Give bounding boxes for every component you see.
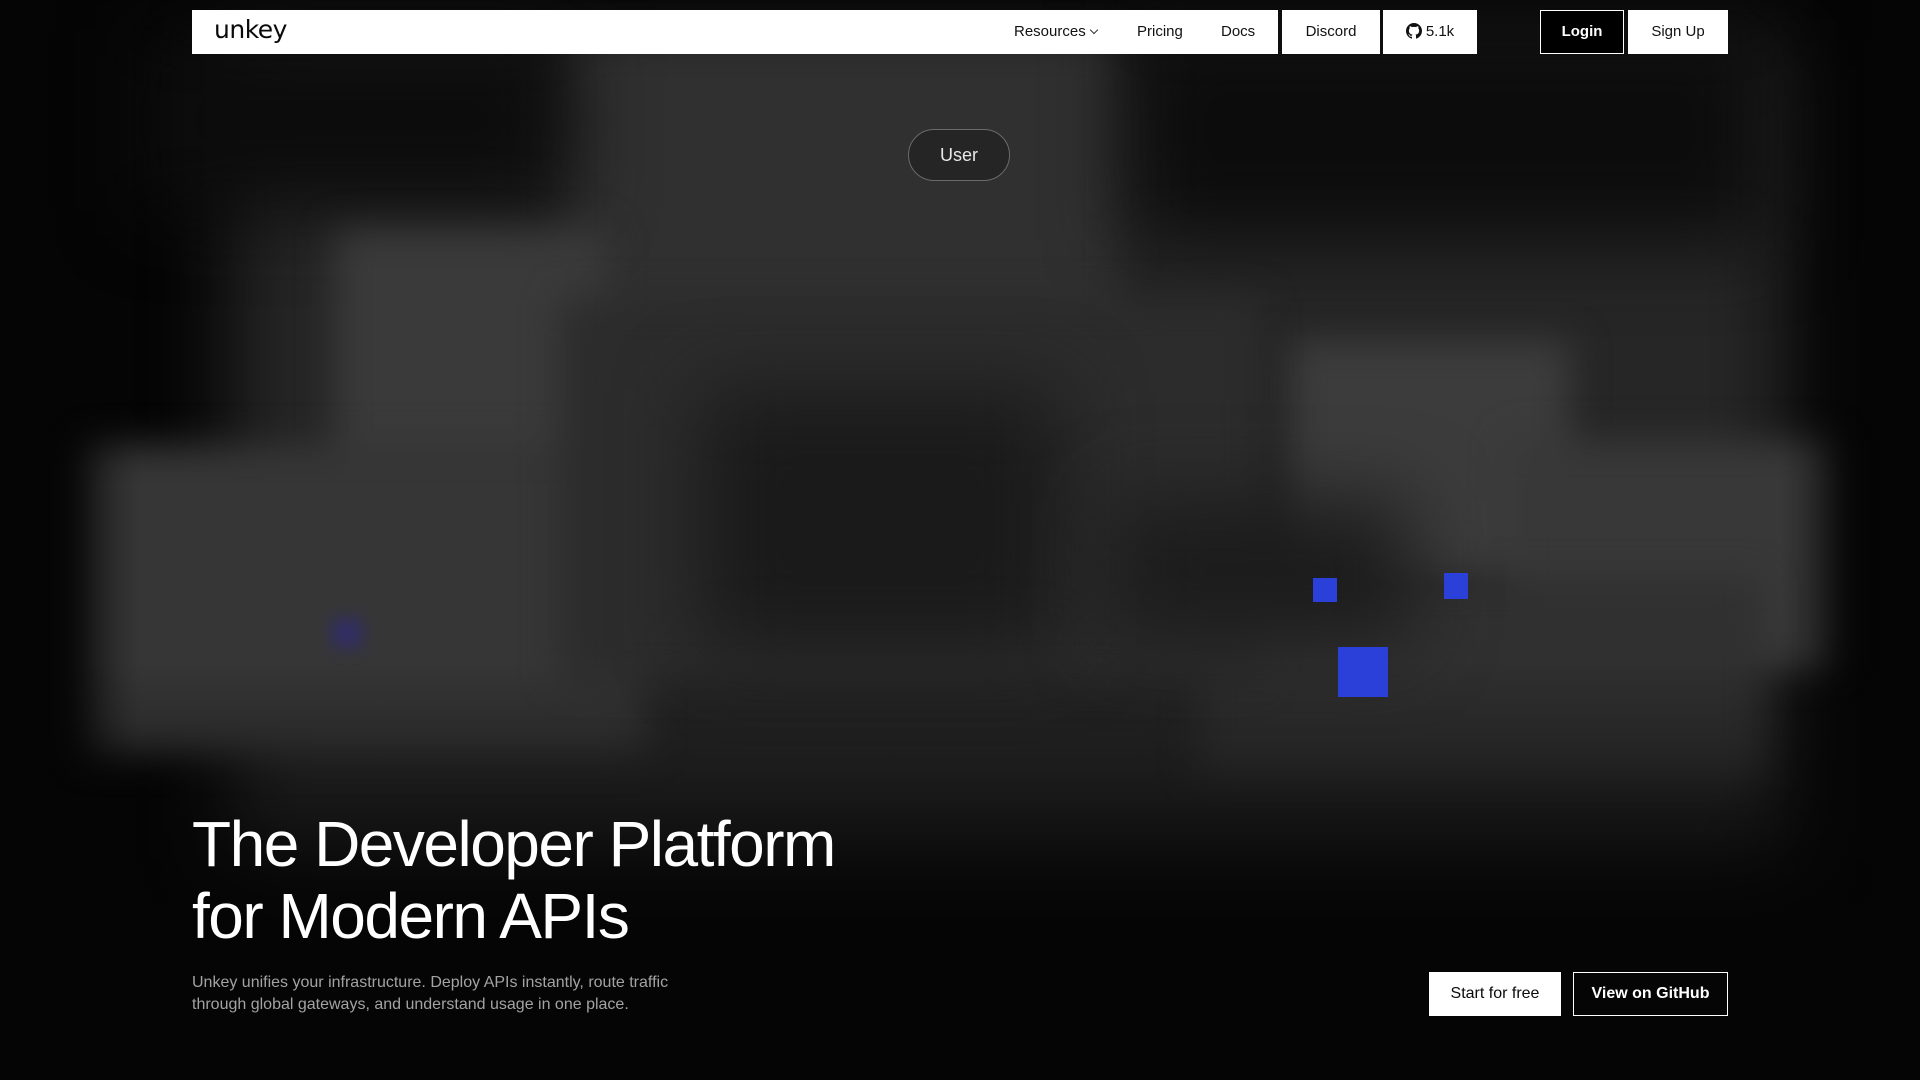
accent-square <box>1338 647 1388 697</box>
top-navigation: unkey Resources Pricing Docs Discord 5.1… <box>192 10 1728 54</box>
login-button[interactable]: Login <box>1540 10 1624 54</box>
hero-title: The Developer Platform for Modern APIs <box>192 808 992 952</box>
hero-subtitle-line: through global gateways, and understand … <box>192 996 629 1013</box>
nav-bar: unkey Resources Pricing Docs <box>192 10 1278 54</box>
signup-button[interactable]: Sign Up <box>1628 10 1728 54</box>
user-node-pill: User <box>908 129 1010 181</box>
accent-square <box>1313 578 1337 602</box>
start-for-free-button[interactable]: Start for free <box>1429 972 1561 1016</box>
unkey-logo[interactable]: unkey <box>214 15 287 44</box>
hero-subtitle: Unkey unifies your infrastructure. Deplo… <box>192 972 752 1016</box>
accent-glow <box>332 618 362 648</box>
landing-page: unkey Resources Pricing Docs Discord 5.1… <box>0 0 1920 1080</box>
nav-github-link[interactable]: 5.1k <box>1383 10 1477 54</box>
view-on-github-button[interactable]: View on GitHub <box>1573 972 1728 1016</box>
nav-pricing-link[interactable]: Pricing <box>1137 10 1183 54</box>
hero-subtitle-line: Unkey unifies your infrastructure. Deplo… <box>192 974 669 991</box>
chevron-down-icon <box>1089 25 1098 35</box>
github-icon <box>1405 23 1422 39</box>
hero-title-line: The Developer Platform <box>192 808 836 880</box>
nav-resources-menu[interactable]: Resources <box>1014 10 1098 54</box>
hero-title-line: for Modern APIs <box>192 880 630 952</box>
nav-discord-link[interactable]: Discord <box>1282 10 1380 54</box>
nav-resources-label: Resources <box>1014 23 1086 40</box>
github-stars-count: 5.1k <box>1425 23 1455 40</box>
nav-docs-link[interactable]: Docs <box>1221 10 1255 54</box>
accent-square <box>1444 573 1468 599</box>
